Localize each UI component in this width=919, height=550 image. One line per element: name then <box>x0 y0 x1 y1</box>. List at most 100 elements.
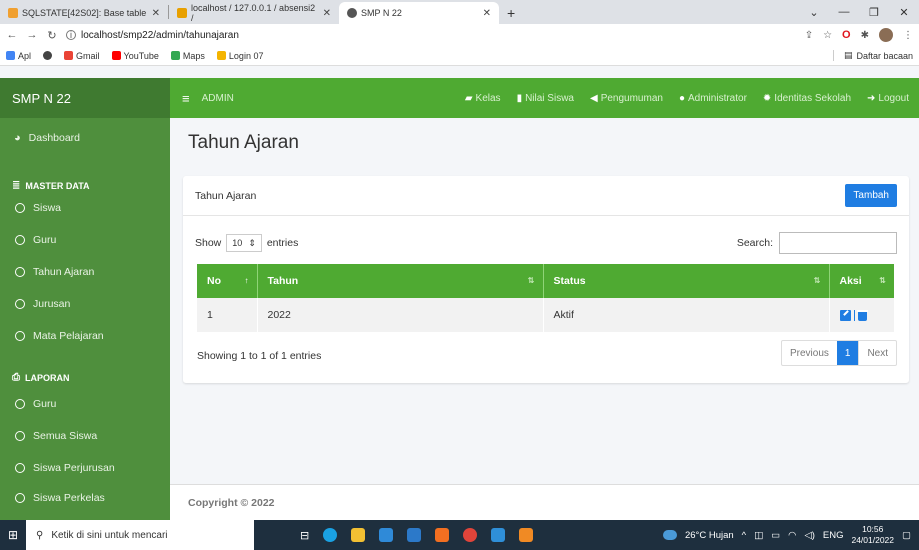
bookmark-maps[interactable]: Maps <box>170 51 205 61</box>
sidebar-item-laporan-guru[interactable]: Guru <box>0 392 170 416</box>
star-icon[interactable]: ☆ <box>823 30 832 41</box>
nav-kelas[interactable]: ▰ Kelas <box>465 93 501 104</box>
close-window-icon[interactable]: ✕ <box>889 6 919 19</box>
volume-icon[interactable]: ◁) <box>804 530 814 541</box>
sidebar-item-label: Guru <box>33 398 57 410</box>
cell-status: Aktif <box>543 298 830 332</box>
vscode-icon[interactable] <box>491 528 506 542</box>
pagination-page-1[interactable]: 1 <box>836 341 859 365</box>
close-icon[interactable]: ✕ <box>323 8 331 19</box>
store-icon[interactable] <box>379 528 394 542</box>
sort-icon: ⇅ <box>813 276 821 285</box>
browser-tab-1[interactable]: SQLSTATE[42S02]: Base table ✕ <box>0 2 168 24</box>
task-view-icon[interactable]: ⊟ <box>300 529 309 542</box>
battery-icon[interactable]: ▭ <box>771 530 780 541</box>
sidebar-item-label: Siswa Perkelas <box>33 492 105 504</box>
sort-icon: ⇅ <box>527 276 535 285</box>
circle-icon <box>15 267 25 277</box>
close-icon[interactable]: ✕ <box>483 8 491 19</box>
hamburger-icon[interactable]: ≡ <box>182 91 190 106</box>
browser-tab-3[interactable]: SMP N 22 ✕ <box>339 2 499 24</box>
maximize-icon[interactable]: ❐ <box>859 6 889 19</box>
card-header: Tahun Ajaran Tambah <box>183 176 909 216</box>
network-icon[interactable]: ◫ <box>754 530 763 541</box>
sidebar-heading-master: ≣ MASTER DATA <box>12 180 90 191</box>
clock[interactable]: 10:56 24/01/2022 <box>851 524 894 546</box>
chrome-icon[interactable] <box>463 528 478 542</box>
language-indicator[interactable]: ENG <box>823 530 844 541</box>
mail-icon[interactable] <box>407 528 422 542</box>
tab-favicon-icon <box>8 8 18 18</box>
add-button[interactable]: Tambah <box>845 184 897 207</box>
entries-label: entries <box>266 237 299 249</box>
notification-icon[interactable]: ▢ <box>902 530 911 541</box>
reading-list[interactable]: ▤ Daftar bacaan <box>832 50 913 61</box>
edge-icon[interactable] <box>323 528 338 542</box>
sidebar-item-siswa-perkelas[interactable]: Siswa Perkelas <box>0 486 170 510</box>
bookmark-github[interactable] <box>43 51 53 60</box>
sidebar-item-guru[interactable]: Guru <box>0 228 170 252</box>
trash-icon[interactable] <box>856 309 868 321</box>
pagination-next[interactable]: Next <box>858 341 896 365</box>
bookmark-apps[interactable]: Apl <box>6 51 31 61</box>
minimize-icon[interactable]: — <box>829 6 859 18</box>
sidebar-item-dashboard[interactable]: ◕ Dashboard <box>0 126 170 150</box>
bookmark-gmail[interactable]: Gmail <box>64 51 100 61</box>
chevron-down-icon[interactable]: ⌄ <box>799 6 829 19</box>
search-input[interactable] <box>779 232 897 254</box>
file-icon: ▮ <box>516 92 523 104</box>
bookmark-login[interactable]: Login 07 <box>216 51 263 61</box>
sidebar-item-mata-pelajaran[interactable]: Mata Pelajaran <box>0 324 170 348</box>
table-row: 1 2022 Aktif <box>197 298 894 332</box>
entries-select[interactable]: 10 ⇕ <box>226 234 262 252</box>
nav-logout[interactable]: ➜ Logout <box>867 93 909 104</box>
taskbar-apps: ⊟ <box>300 528 534 542</box>
column-header-status[interactable]: Status ⇅ <box>543 264 830 298</box>
windows-start-icon[interactable]: ⊞ <box>0 528 26 542</box>
sidebar-item-siswa-perjurusan[interactable]: Siswa Perjurusan <box>0 456 170 480</box>
xampp-icon[interactable] <box>435 528 450 542</box>
circle-icon <box>15 399 25 409</box>
nav-identitas-sekolah[interactable]: ✹ Identitas Sekolah <box>763 93 851 104</box>
chevron-up-icon[interactable]: ^ <box>742 530 746 541</box>
taskbar-search[interactable]: ⚲ Ketik di sini untuk mencari <box>26 520 254 550</box>
sidebar-item-semua-siswa[interactable]: Semua Siswa <box>0 424 170 448</box>
sidebar-item-jurusan[interactable]: Jurusan <box>0 292 170 316</box>
nav-administrator[interactable]: ● Administrator <box>679 93 747 104</box>
sidebar-item-tahun-ajaran[interactable]: Tahun Ajaran <box>0 260 170 284</box>
dashboard-icon: ◕ <box>14 132 21 144</box>
column-header-aksi[interactable]: Aksi ⇅ <box>829 264 894 298</box>
browser-tab-2[interactable]: localhost / 127.0.0.1 / absensi2 / ✕ <box>169 2 339 24</box>
nav-nilai-siswa[interactable]: ▮ Nilai Siswa <box>517 93 574 104</box>
menu-icon[interactable]: ⋮ <box>903 30 913 41</box>
sidebar-heading-label: MASTER DATA <box>25 180 90 191</box>
pagination-previous[interactable]: Previous <box>782 341 837 365</box>
column-header-no[interactable]: No ↑ <box>197 264 258 298</box>
bookmark-label: Apl <box>18 50 32 61</box>
brand-logo[interactable]: SMP N 22 <box>0 78 170 118</box>
sidebar-item-siswa[interactable]: Siswa <box>0 196 170 220</box>
reload-icon[interactable]: ↻ <box>46 29 58 42</box>
extensions-icon[interactable]: ✱ <box>861 30 869 41</box>
weather-text[interactable]: 26°C Hujan <box>685 530 734 541</box>
info-icon[interactable]: i <box>66 30 76 40</box>
file-explorer-icon[interactable] <box>351 528 366 542</box>
opera-icon[interactable]: O <box>842 29 851 41</box>
url-field[interactable]: i localhost/smp22/admin/tahunajaran <box>66 30 797 41</box>
column-header-tahun[interactable]: Tahun ⇅ <box>257 264 544 298</box>
sidebar-item-label: Dashboard <box>28 132 81 144</box>
close-icon[interactable]: ✕ <box>152 8 160 19</box>
back-icon[interactable]: ← <box>6 29 18 41</box>
reading-list-icon: ▤ <box>843 50 853 60</box>
edit-icon[interactable] <box>839 309 851 321</box>
share-icon[interactable]: ⇪ <box>805 30 813 41</box>
sublime-icon[interactable] <box>519 528 534 542</box>
avatar[interactable] <box>879 28 893 42</box>
wifi-icon[interactable]: ◠ <box>788 530 796 541</box>
circle-icon <box>15 203 25 213</box>
nav-pengumuman[interactable]: ◀ Pengumuman <box>590 93 663 104</box>
bookmark-youtube[interactable]: YouTube <box>111 51 159 61</box>
circle-icon <box>15 463 25 473</box>
forward-icon[interactable]: → <box>26 29 38 41</box>
new-tab-button[interactable]: + <box>499 2 523 24</box>
